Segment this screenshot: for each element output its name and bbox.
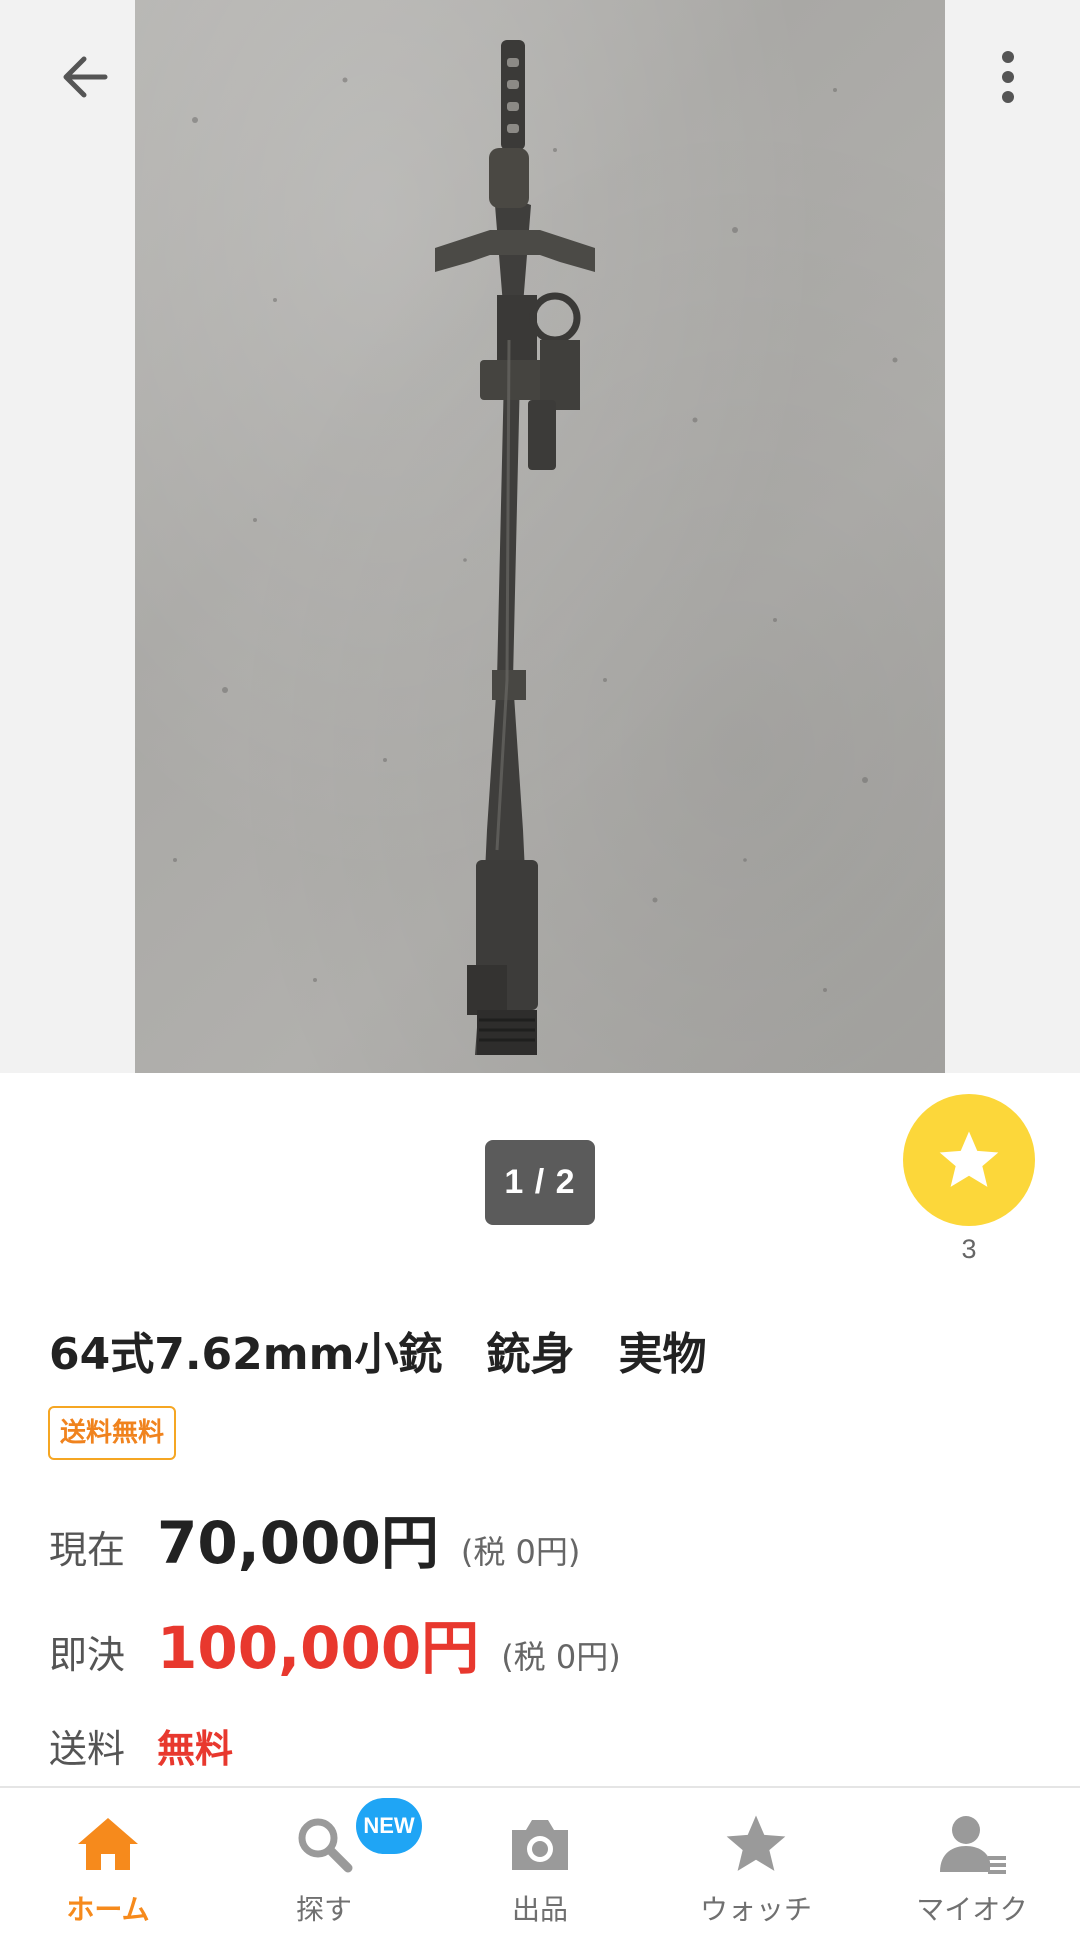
tab-home[interactable]: ホーム — [0, 1788, 216, 1939]
tab-sell[interactable]: 出品 — [432, 1788, 648, 1939]
arrow-left-icon — [63, 56, 108, 98]
tab-search-label: 探す — [295, 1893, 352, 1926]
item-detail-screen: 1 / 2 3 64式7.62mm小銃 銃身 実物 送料無料 現在 70,000… — [0, 0, 1080, 1939]
buynow-price-row: 即決 100,000円 (税 0円) — [49, 1601, 621, 1685]
current-price-tax: (税 0円) — [460, 1533, 581, 1571]
image-gallery[interactable] — [0, 0, 1080, 1073]
more-options-button[interactable] — [963, 32, 1053, 122]
rifle-barrel-image — [173, 40, 898, 1055]
item-photo[interactable] — [135, 0, 945, 1073]
user-icon — [940, 1816, 1006, 1874]
tab-my-auction[interactable]: マイオク — [864, 1788, 1080, 1939]
home-icon — [78, 1818, 138, 1870]
shipping-row: 送料 無料 — [49, 1718, 233, 1773]
current-price: 70,000円 — [157, 1509, 439, 1577]
tab-home-label: ホーム — [66, 1893, 150, 1926]
tab-search[interactable]: 探す NEW — [216, 1788, 432, 1939]
tab-watch-label: ウォッチ — [699, 1893, 812, 1926]
bottom-tab-bar: ホーム 探す NEW 出品 ウォッチ マイオク — [0, 1786, 1080, 1939]
more-vertical-icon — [1002, 51, 1014, 103]
shipping-label: 送料 — [49, 1727, 126, 1771]
camera-icon — [512, 1820, 568, 1870]
new-badge: NEW — [356, 1798, 422, 1854]
buynow-price-label: 即決 — [49, 1633, 126, 1677]
search-icon — [298, 1818, 353, 1873]
tab-watch[interactable]: ウォッチ — [648, 1788, 864, 1939]
tab-my-auction-label: マイオク — [916, 1893, 1028, 1926]
shipping-value: 無料 — [157, 1727, 234, 1771]
buynow-price-tax: (税 0円) — [501, 1638, 621, 1676]
current-price-label: 現在 — [49, 1528, 126, 1572]
watch-count: 3 — [961, 1234, 977, 1264]
buynow-price: 100,000円 — [157, 1614, 480, 1682]
watch-button[interactable] — [903, 1094, 1035, 1226]
star-icon — [939, 1131, 999, 1187]
free-shipping-badge: 送料無料 — [48, 1406, 177, 1460]
item-title: 64式7.62mm小銃 銃身 実物 — [49, 1329, 707, 1380]
star-icon — [726, 1815, 786, 1871]
image-page-indicator: 1 / 2 — [485, 1140, 595, 1225]
back-button[interactable] — [40, 32, 130, 122]
current-price-row: 現在 70,000円 (税 0円) — [49, 1496, 580, 1580]
tab-sell-label: 出品 — [511, 1893, 568, 1926]
